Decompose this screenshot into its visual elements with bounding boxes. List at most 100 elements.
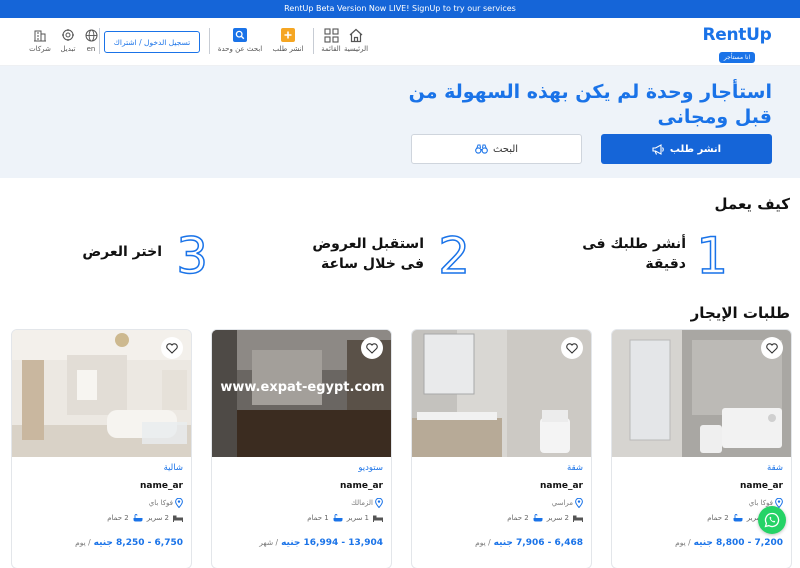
nav-search-label: ابحث عن وحدة <box>217 45 263 53</box>
grid-icon <box>323 27 339 43</box>
plus-icon <box>281 27 295 43</box>
property-features: 2 سرير 2 حمام <box>507 514 583 522</box>
switch-icon <box>61 27 75 43</box>
search-icon <box>233 27 247 43</box>
building-icon <box>33 27 47 43</box>
nav-divider <box>313 28 314 54</box>
search-button[interactable]: البحث <box>411 134 582 164</box>
step-2: 2 استقبل العروض فى خلال ساعة <box>306 227 470 285</box>
price-period: / يوم <box>475 538 491 547</box>
property-name: name_ar <box>740 481 783 491</box>
globe-icon <box>85 27 98 43</box>
location-text: مراسي <box>551 499 573 507</box>
binoculars-icon <box>475 144 488 154</box>
step-3: 3 اختر العرض <box>78 227 208 285</box>
price-range: 6,750 - 8,250 جنيه / يوم <box>75 538 183 548</box>
nav-divider <box>209 28 210 54</box>
bedrooms-text: 1 سرير <box>346 514 369 522</box>
language-label: en <box>86 45 96 53</box>
step-2-text: استقبل العروض فى خلال ساعة <box>312 236 424 272</box>
price-text: 6,750 - 8,250 جنيه <box>93 538 183 548</box>
bedrooms-text: 2 سرير <box>546 514 569 522</box>
bedrooms-text: 2 سرير <box>146 514 169 522</box>
beta-banner: RentUp Beta Version Now LIVE! SignUp to … <box>0 0 800 18</box>
bathrooms-text: 2 حمام <box>507 514 529 522</box>
post-request-label: انشر طلب <box>669 143 722 155</box>
property-features: 1 سرير 1 حمام <box>307 514 383 522</box>
step-1: 1 أنشر طلبك فى دقيقة <box>578 229 728 283</box>
hero-section: استأجار وحدة لم يكن بهذه السهولة من قبل … <box>0 66 800 178</box>
price-range: 7,200 - 8,800 جنيه / يوم <box>675 538 783 548</box>
nav-list[interactable]: القائمة <box>318 27 344 57</box>
how-it-works-title: كيف يعمل <box>714 195 790 213</box>
price-range: 13,904 - 16,994 جنيه / شهر <box>259 538 383 548</box>
location-pin-icon <box>175 498 183 508</box>
nav-post-request[interactable]: انشر طلب <box>270 27 306 57</box>
property-type: شالية <box>163 463 183 473</box>
price-text: 13,904 - 16,994 جنيه <box>281 538 383 548</box>
bathrooms-text: 2 حمام <box>107 514 129 522</box>
nav-companies-label: شركات <box>29 45 51 53</box>
tenant-badge[interactable]: انا مستأجر <box>718 52 756 63</box>
favorite-button[interactable] <box>161 337 183 359</box>
price-period: / شهر <box>259 538 279 547</box>
megaphone-icon <box>652 143 664 155</box>
whatsapp-chat-button[interactable] <box>758 506 786 534</box>
property-location: الزمالك <box>351 498 383 508</box>
favorite-button[interactable] <box>561 337 583 359</box>
heart-icon <box>566 342 578 354</box>
property-location: فوكا باي <box>149 498 183 508</box>
rental-requests-title: طلبات الإيجار <box>690 304 790 322</box>
rental-card[interactable]: www.expat-egypt.com ستوديو name_ar الزما… <box>211 329 392 568</box>
hero-title: استأجار وحدة لم يكن بهذه السهولة من قبل … <box>408 81 772 128</box>
post-request-button[interactable]: انشر طلب <box>601 134 772 164</box>
step-1-text: أنشر طلبك فى دقيقة <box>582 236 686 272</box>
card-details: ستوديو name_ar الزمالك 1 سرير 1 حمام 13,… <box>212 457 391 568</box>
login-signup-button[interactable]: تسجيل الدخول / اشتراك <box>104 31 200 53</box>
nav-search-unit[interactable]: ابحث عن وحدة <box>214 27 266 57</box>
whatsapp-icon <box>764 512 780 528</box>
logo[interactable]: RentUp انا مستأجر <box>702 26 772 63</box>
card-details: شقة name_ar مراسي 2 سرير 2 حمام 6,468 - … <box>412 457 591 568</box>
location-pin-icon <box>575 498 583 508</box>
home-icon <box>348 27 364 43</box>
heart-icon <box>166 342 178 354</box>
nav-home[interactable]: الرئيسية <box>340 27 372 57</box>
nav-home-label: الرئيسية <box>343 45 369 53</box>
bathrooms-text: 1 حمام <box>307 514 329 522</box>
heart-icon <box>766 342 778 354</box>
property-features: 2 سرير 2 حمام <box>107 514 183 522</box>
logo-text: RentUp <box>702 25 772 45</box>
location-pin-icon <box>375 498 383 508</box>
bath-icon <box>733 514 743 522</box>
step-2-number: 2 <box>437 227 470 285</box>
bed-icon <box>173 515 183 522</box>
favorite-button[interactable] <box>761 337 783 359</box>
header: RentUp انا مستأجر الرئيسية القائمة انشر … <box>0 18 800 66</box>
nav-list-label: القائمة <box>321 45 341 53</box>
rental-card[interactable]: شالية name_ar فوكا باي 2 سرير 2 حمام 6,7… <box>11 329 192 568</box>
bath-icon <box>333 514 343 522</box>
beta-banner-text: RentUp Beta Version Now LIVE! SignUp to … <box>284 4 516 13</box>
switch-label: تبديل <box>60 45 76 53</box>
property-name: name_ar <box>340 481 383 491</box>
nav-companies[interactable]: شركات <box>27 27 53 57</box>
price-period: / يوم <box>675 538 691 547</box>
price-text: 6,468 - 7,906 جنيه <box>493 538 583 548</box>
bath-icon <box>533 514 543 522</box>
price-range: 6,468 - 7,906 جنيه / يوم <box>475 538 583 548</box>
photo-watermark: www.expat-egypt.com <box>220 380 385 395</box>
rental-card[interactable]: شقة name_ar مراسي 2 سرير 2 حمام 6,468 - … <box>411 329 592 568</box>
language-toggle[interactable]: en <box>82 27 100 57</box>
bed-icon <box>373 515 383 522</box>
property-location: مراسي <box>552 498 583 508</box>
price-period: / يوم <box>75 538 91 547</box>
property-type: شقة <box>767 463 783 473</box>
bath-icon <box>133 514 143 522</box>
step-3-text: اختر العرض <box>82 244 162 260</box>
favorite-button[interactable] <box>361 337 383 359</box>
step-3-number: 3 <box>175 227 208 285</box>
property-type: ستوديو <box>358 463 383 473</box>
card-details: شالية name_ar فوكا باي 2 سرير 2 حمام 6,7… <box>12 457 191 568</box>
switch-mode[interactable]: تبديل <box>56 27 80 57</box>
